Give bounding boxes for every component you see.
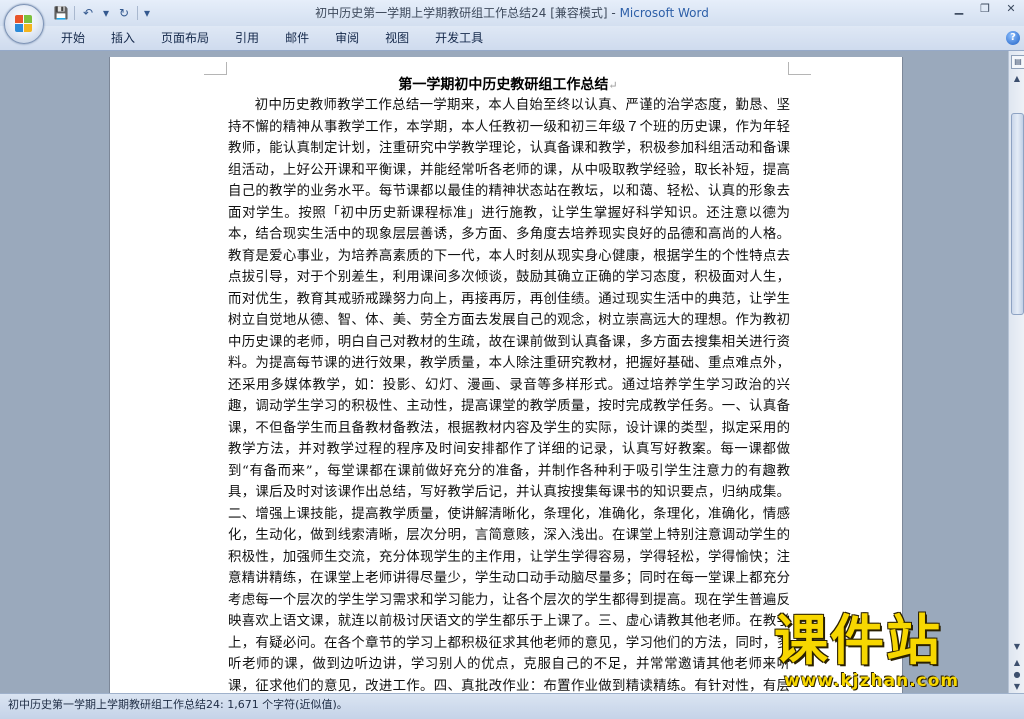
window-title: 初中历史第一学期上学期教研组工作总结24 [兼容模式] - Microsoft … — [0, 0, 1024, 26]
title-bar: 💾 ↶ ▾ ↻ ▾ 初中历史第一学期上学期教研组工作总结24 [兼容模式] - … — [0, 0, 1024, 26]
vertical-scrollbar[interactable]: ▤ ▲ ▼ ▲ ● ▼ — [1008, 51, 1024, 693]
watermark-logo: 课件站 — [774, 609, 942, 672]
scroll-thumb[interactable] — [1011, 113, 1024, 315]
document-page[interactable]: 第一学期初中历史教研组工作总结↵ 初中历史教师教学工作总结一学期来，本人自始至终… — [110, 57, 902, 693]
window-controls: ▁ ❐ ✕ — [946, 0, 1024, 20]
watermark-url: www.kjzhan.com — [784, 671, 960, 691]
ribbon: 开始 插入 页面布局 引用 邮件 审阅 视图 开发工具 ? — [0, 26, 1024, 51]
close-button[interactable]: ✕ — [998, 0, 1024, 20]
tab-references[interactable]: 引用 — [222, 26, 272, 50]
tab-mailings[interactable]: 邮件 — [272, 26, 322, 50]
tab-review[interactable]: 审阅 — [322, 26, 372, 50]
office-button[interactable] — [4, 4, 44, 44]
redo-icon[interactable]: ↻ — [115, 4, 133, 22]
app-name: Microsoft Word — [619, 6, 709, 20]
restore-button[interactable]: ❐ — [972, 0, 998, 20]
undo-icon[interactable]: ↶ — [79, 4, 97, 22]
paragraph-mark-icon: ↵ — [608, 79, 618, 92]
margin-corner-top-right — [788, 62, 811, 75]
toolbar-separator — [137, 6, 138, 20]
quick-access-toolbar: 💾 ↶ ▾ ↻ ▾ — [50, 3, 152, 23]
tab-insert[interactable]: 插入 — [98, 26, 148, 50]
watermark: 课件站 www.kjzhan.com — [774, 609, 1020, 692]
heading-text: 第一学期初中历史教研组工作总结 — [398, 77, 609, 93]
tab-home[interactable]: 开始 — [48, 26, 98, 50]
document-heading: 第一学期初中历史教研组工作总结↵ — [228, 74, 788, 94]
ribbon-tabs: 开始 插入 页面布局 引用 邮件 审阅 视图 开发工具 — [48, 26, 496, 50]
tab-developer[interactable]: 开发工具 — [422, 26, 496, 50]
tab-view[interactable]: 视图 — [372, 26, 422, 50]
tab-page-layout[interactable]: 页面布局 — [148, 26, 222, 50]
word-count-status[interactable]: 初中历史第一学期上学期教研组工作总结24: 1,671 个字符(近似值)。 — [8, 694, 348, 716]
office-logo-icon — [15, 15, 33, 33]
minimize-button[interactable]: ▁ — [946, 0, 972, 20]
help-icon[interactable]: ? — [1006, 31, 1020, 45]
customize-toolbar-icon[interactable]: ▾ — [142, 4, 152, 22]
document-body: 初中历史教师教学工作总结一学期来，本人自始至终以认真、严谨的治学态度，勤恳、坚持… — [228, 98, 790, 693]
toolbar-separator — [74, 6, 75, 20]
document-area: 第一学期初中历史教研组工作总结↵ 初中历史教师教学工作总结一学期来，本人自始至终… — [0, 51, 1008, 693]
status-bar: 初中历史第一学期上学期教研组工作总结24: 1,671 个字符(近似值)。 — [0, 693, 1024, 719]
margin-corner-top-left — [204, 62, 227, 75]
view-ruler-icon[interactable]: ▤ — [1011, 55, 1024, 69]
save-icon[interactable]: 💾 — [52, 4, 70, 22]
scroll-up-icon[interactable]: ▲ — [1011, 73, 1023, 85]
document-name: 初中历史第一学期上学期教研组工作总结24 [兼容模式] - — [315, 6, 620, 20]
undo-dropdown-icon[interactable]: ▾ — [101, 4, 111, 22]
